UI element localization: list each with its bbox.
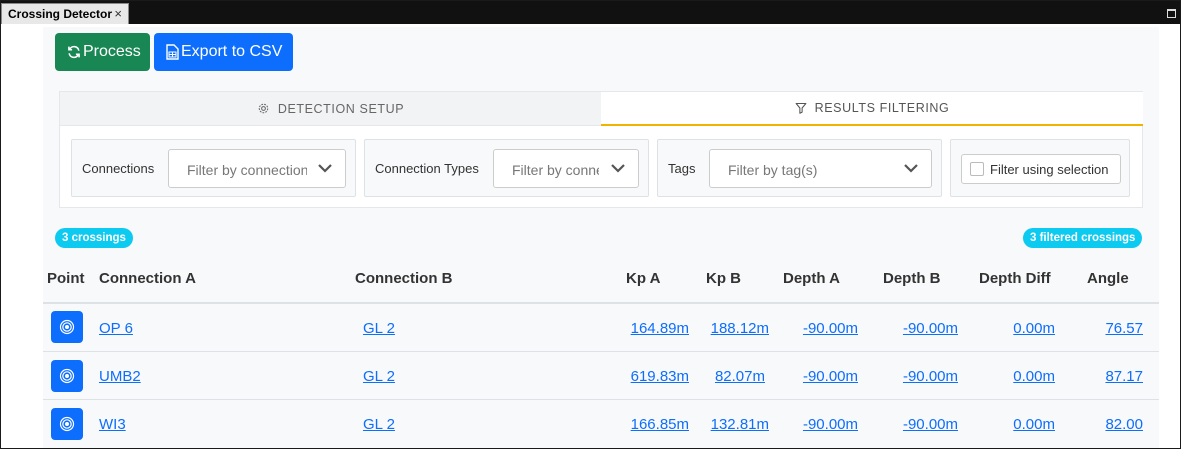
column-header-point: Point	[47, 270, 85, 287]
process-label: Process	[83, 43, 141, 60]
target-icon	[59, 368, 75, 384]
document-tab[interactable]: Crossing Detector ×	[1, 3, 129, 24]
table-header-divider	[43, 302, 1159, 304]
depth-a-link[interactable]: -90.00m	[768, 416, 858, 433]
kp-a-link[interactable]: 619.83m	[601, 368, 689, 385]
tags-placeholder: Filter by tag(s)	[728, 162, 818, 178]
depth-diff-link[interactable]: 0.00m	[965, 416, 1055, 433]
connections-select[interactable]: Filter by connection(s)	[168, 149, 346, 188]
tags-select[interactable]: Filter by tag(s)	[709, 149, 932, 188]
connections-placeholder: Filter by connection(s)	[187, 162, 307, 178]
crossings-count-badge: 3 crossings	[55, 228, 133, 248]
angle-link[interactable]: 76.57	[1063, 320, 1143, 337]
column-header-depth-b: Depth B	[883, 270, 941, 287]
angle-link[interactable]: 87.17	[1063, 368, 1143, 385]
connection-types-placeholder: Filter by connection type(s)	[512, 162, 599, 178]
column-header-angle: Angle	[1087, 270, 1129, 287]
export-csv-button[interactable]: Export to CSV	[154, 33, 293, 71]
maximize-icon[interactable]	[1167, 9, 1176, 18]
connection-a-link[interactable]: WI3	[99, 416, 126, 433]
connection-b-link[interactable]: GL 2	[363, 320, 395, 337]
tab-results-filtering[interactable]: RESULTS FILTERING	[601, 92, 1143, 126]
document-tab-title: Crossing Detector	[8, 7, 113, 21]
column-header-connection-a: Connection A	[99, 270, 196, 287]
row-divider	[43, 399, 1159, 400]
column-header-depth-a: Depth A	[783, 270, 840, 287]
connection-b-link[interactable]: GL 2	[363, 416, 395, 433]
close-icon[interactable]: ×	[114, 7, 122, 21]
filter-icon	[795, 102, 807, 114]
kp-b-link[interactable]: 188.12m	[681, 320, 769, 337]
process-button[interactable]: Process	[55, 33, 150, 71]
filter-using-selection-checkbox[interactable]: Filter using selection	[961, 154, 1121, 184]
connection-a-link[interactable]: OP 6	[99, 320, 133, 337]
connection-types-select[interactable]: Filter by connection type(s)	[493, 149, 639, 188]
kp-a-link[interactable]: 164.89m	[601, 320, 689, 337]
connection-a-link[interactable]: UMB2	[99, 368, 141, 385]
connection-types-filter-group: Connection Types Filter by connection ty…	[364, 139, 649, 197]
chevron-down-icon	[611, 164, 625, 173]
checkbox-square[interactable]	[970, 162, 984, 176]
csv-file-icon	[166, 44, 179, 60]
column-header-kp-a: Kp A	[626, 270, 661, 287]
tab-detection-setup-label: DETECTION SETUP	[277, 101, 405, 116]
depth-diff-link[interactable]: 0.00m	[965, 320, 1055, 337]
locate-point-button[interactable]	[51, 360, 83, 392]
column-header-kp-b: Kp B	[706, 270, 741, 287]
gear-icon	[258, 103, 269, 114]
depth-diff-link[interactable]: 0.00m	[965, 368, 1055, 385]
title-bar: Crossing Detector ×	[1, 1, 1180, 24]
tab-detection-setup[interactable]: DETECTION SETUP	[60, 92, 601, 126]
connection-types-label: Connection Types	[375, 161, 479, 176]
tab-results-filtering-label: RESULTS FILTERING	[814, 101, 950, 115]
main-content: Process Export to CSV DETECTION SETUP RE…	[1, 24, 1180, 448]
column-header-connection-b: Connection B	[355, 270, 453, 287]
connection-b-link[interactable]: GL 2	[363, 368, 395, 385]
tags-filter-group: Tags Filter by tag(s)	[657, 139, 942, 197]
export-label: Export to CSV	[181, 43, 283, 60]
depth-a-link[interactable]: -90.00m	[768, 320, 858, 337]
kp-b-link[interactable]: 132.81m	[681, 416, 769, 433]
depth-a-link[interactable]: -90.00m	[768, 368, 858, 385]
connections-filter-group: Connections Filter by connection(s)	[71, 139, 356, 197]
target-icon	[59, 319, 75, 335]
target-icon	[59, 416, 75, 432]
chevron-down-icon	[318, 164, 332, 173]
depth-b-link[interactable]: -90.00m	[868, 368, 958, 385]
tags-label: Tags	[668, 161, 696, 176]
angle-link[interactable]: 82.00	[1063, 416, 1143, 433]
depth-b-link[interactable]: -90.00m	[868, 320, 958, 337]
crossing-detector-window: Crossing Detector × Process Export to CS…	[0, 0, 1181, 449]
row-divider	[43, 351, 1159, 352]
depth-b-link[interactable]: -90.00m	[868, 416, 958, 433]
filtered-crossings-badge: 3 filtered crossings	[1023, 228, 1143, 248]
filter-using-selection-label: Filter using selection	[990, 161, 1109, 177]
connections-label: Connections	[82, 161, 155, 176]
kp-b-link[interactable]: 82.07m	[681, 368, 765, 385]
locate-point-button[interactable]	[51, 311, 83, 343]
column-header-depth-diff: Depth Diff	[979, 270, 1051, 287]
refresh-icon	[68, 45, 80, 59]
chevron-down-icon	[904, 164, 918, 173]
selection-filter-group: Filter using selection	[950, 139, 1130, 197]
locate-point-button[interactable]	[51, 408, 83, 440]
kp-a-link[interactable]: 166.85m	[601, 416, 689, 433]
